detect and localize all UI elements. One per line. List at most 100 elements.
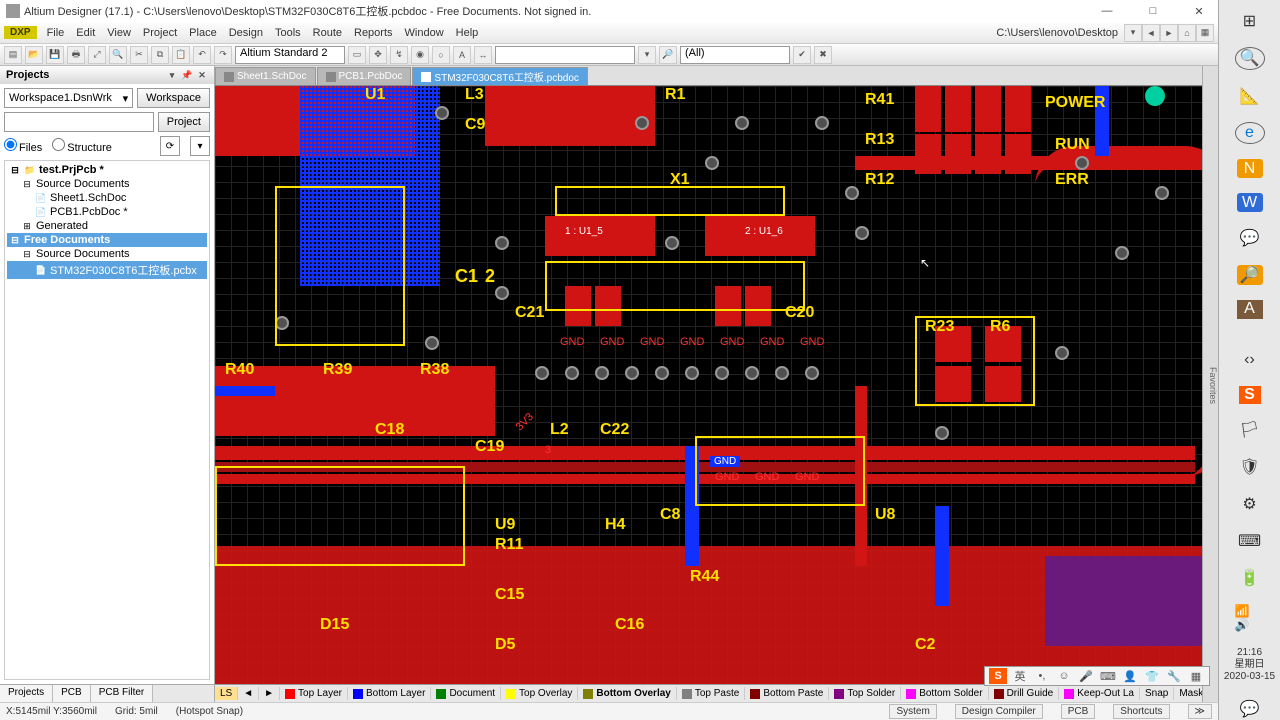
win-edge-icon[interactable]: e <box>1235 122 1265 145</box>
tab-pcb[interactable]: PCB <box>53 685 91 702</box>
open-icon[interactable]: 📂 <box>25 46 43 64</box>
dimension-icon[interactable]: ↔ <box>474 46 492 64</box>
workspace-combo[interactable]: Workspace1.DsnWrk▾ <box>4 88 133 108</box>
undo-icon[interactable]: ↶ <box>193 46 211 64</box>
close-button[interactable]: ✕ <box>1186 2 1212 20</box>
win-start-icon[interactable]: ⊞ <box>1235 10 1265 32</box>
action-center-icon[interactable]: 💬 <box>1235 698 1265 720</box>
clear-filter-icon[interactable]: ✖ <box>814 46 832 64</box>
new-doc-icon[interactable]: ▤ <box>4 46 22 64</box>
panel-close-icon[interactable]: ✕ <box>196 69 208 81</box>
win-ruler-icon[interactable]: 📐 <box>1235 85 1265 107</box>
filter-clear-icon[interactable]: ▾ <box>638 46 656 64</box>
tray-battery-icon[interactable]: 🔋 <box>1235 567 1265 589</box>
layer-keepout[interactable]: Keep-Out La <box>1059 687 1140 700</box>
status-system[interactable]: System <box>889 704 936 719</box>
net-combo[interactable] <box>495 46 635 64</box>
toolbar-nav-fwd-icon[interactable]: ► <box>1160 24 1178 42</box>
menu-edit[interactable]: Edit <box>70 25 101 41</box>
project-tree[interactable]: ⊟📁test.PrjPcb * ⊟Source Documents 📄Sheet… <box>4 160 210 680</box>
menu-project[interactable]: Project <box>137 25 183 41</box>
select-icon[interactable]: ▭ <box>348 46 366 64</box>
zoom-fit-icon[interactable]: ⤢ <box>88 46 106 64</box>
tray-expand-icon[interactable]: ‹› <box>1235 349 1265 371</box>
favorites-strip[interactable]: Favorites <box>1202 66 1218 702</box>
win-onenote-icon[interactable]: N <box>1237 159 1263 178</box>
menu-design[interactable]: Design <box>223 25 269 41</box>
zoom-area-icon[interactable]: 🔍 <box>109 46 127 64</box>
menu-route[interactable]: Route <box>307 25 348 41</box>
menu-place[interactable]: Place <box>183 25 223 41</box>
workspace-button[interactable]: Workspace <box>137 88 210 108</box>
ime-keyboard-icon[interactable]: ⌨ <box>1099 668 1117 684</box>
save-icon[interactable]: 💾 <box>46 46 64 64</box>
print-icon[interactable]: 🖶 <box>67 46 85 64</box>
layer-top-overlay[interactable]: Top Overlay <box>501 687 578 700</box>
doc-tab-pcb1[interactable]: PCB1.PcbDoc <box>317 67 412 85</box>
doc-tab-sheet1[interactable]: Sheet1.SchDoc <box>215 67 316 85</box>
win-wechat-icon[interactable]: 💬 <box>1235 227 1265 249</box>
ime-punct-icon[interactable]: •, <box>1033 668 1051 684</box>
redo-icon[interactable]: ↷ <box>214 46 232 64</box>
tray-s-icon[interactable]: S <box>1239 386 1261 404</box>
tab-projects[interactable]: Projects <box>0 685 53 702</box>
toolbar-nav-back-icon[interactable]: ◄ <box>1142 24 1160 42</box>
tree-source-docs-1[interactable]: ⊟Source Documents <box>7 177 207 191</box>
pad-icon[interactable]: ○ <box>432 46 450 64</box>
layer-document[interactable]: Document <box>431 687 501 700</box>
menu-reports[interactable]: Reports <box>348 25 399 41</box>
doc-tab-stm[interactable]: STM32F030C8T6工控板.pcbdoc <box>412 67 588 85</box>
layer-top-paste[interactable]: Top Paste <box>677 687 745 700</box>
tree-test-project[interactable]: ⊟📁test.PrjPcb * <box>7 163 207 177</box>
project-search-input[interactable] <box>4 112 154 132</box>
paste-icon[interactable]: 📋 <box>172 46 190 64</box>
tray-flag-icon[interactable]: 🏳 <box>1235 419 1265 441</box>
status-shortcuts[interactable]: Shortcuts <box>1113 704 1169 719</box>
route-icon[interactable]: ↯ <box>390 46 408 64</box>
layer-bottom[interactable]: Bottom Layer <box>348 687 431 700</box>
tree-sheet1[interactable]: 📄Sheet1.SchDoc <box>7 191 207 205</box>
find-icon[interactable]: 🔎 <box>659 46 677 64</box>
clock[interactable]: 21:16 星期日 2020-03-15 <box>1224 647 1275 683</box>
refresh-icon[interactable]: ⟳ <box>160 136 180 156</box>
copy-icon[interactable]: ⧉ <box>151 46 169 64</box>
layer-ls[interactable]: LS <box>215 687 238 700</box>
layer-bottom-paste[interactable]: Bottom Paste <box>745 687 829 700</box>
ime-toolbox-icon[interactable]: 🔧 <box>1165 668 1183 684</box>
menu-file[interactable]: File <box>41 25 71 41</box>
cut-icon[interactable]: ✂ <box>130 46 148 64</box>
apply-filter-icon[interactable]: ✔ <box>793 46 811 64</box>
pcb-canvas[interactable]: U1 L3 R1 R41 POWER C9 R13 RUN R12 ERR X1… <box>215 86 1202 684</box>
menu-view[interactable]: View <box>101 25 137 41</box>
ime-mic-icon[interactable]: 🎤 <box>1077 668 1095 684</box>
options-icon[interactable]: ▾ <box>190 136 210 156</box>
panel-pin-icon[interactable]: 📌 <box>181 69 193 81</box>
layer-bottom-overlay[interactable]: Bottom Overlay <box>578 687 676 700</box>
win-wps-icon[interactable]: W <box>1237 193 1263 212</box>
ime-face-icon[interactable]: ☺ <box>1055 668 1073 684</box>
menu-help[interactable]: Help <box>450 25 485 41</box>
snap-button[interactable]: Snap <box>1140 687 1174 700</box>
tree-pcb1[interactable]: 📄PCB1.PcbDoc * <box>7 205 207 219</box>
maximize-button[interactable]: □ <box>1140 2 1166 20</box>
move-icon[interactable]: ✥ <box>369 46 387 64</box>
radio-structure[interactable]: Structure <box>52 138 112 154</box>
tab-pcb-filter[interactable]: PCB Filter <box>91 685 154 702</box>
ime-user-icon[interactable]: 👤 <box>1121 668 1139 684</box>
status-more-icon[interactable]: ≫ <box>1188 704 1212 719</box>
status-pcb[interactable]: PCB <box>1061 704 1096 719</box>
tree-stm-doc[interactable]: 📄STM32F030C8T6工控板.pcbx <box>7 261 207 279</box>
ime-logo-icon[interactable]: S <box>989 668 1007 684</box>
win-altium-icon[interactable]: A <box>1237 300 1263 319</box>
tray-settings-icon[interactable]: ⚙ <box>1235 493 1265 515</box>
layer-top-solder[interactable]: Top Solder <box>829 687 901 700</box>
ime-skin-icon[interactable]: 👕 <box>1143 668 1161 684</box>
layer-top[interactable]: Top Layer <box>280 687 348 700</box>
layer-bottom-solder[interactable]: Bottom Solder <box>901 687 988 700</box>
tree-generated[interactable]: ⊞Generated <box>7 219 207 233</box>
text-icon[interactable]: A <box>453 46 471 64</box>
layer-drill-guide[interactable]: Drill Guide <box>989 687 1060 700</box>
panel-dropdown-icon[interactable]: ▾ <box>166 69 178 81</box>
ime-bar[interactable]: S 英 •, ☺ 🎤 ⌨ 👤 👕 🔧 ▦ <box>984 666 1210 686</box>
filter-combo[interactable]: (All) <box>680 46 790 64</box>
